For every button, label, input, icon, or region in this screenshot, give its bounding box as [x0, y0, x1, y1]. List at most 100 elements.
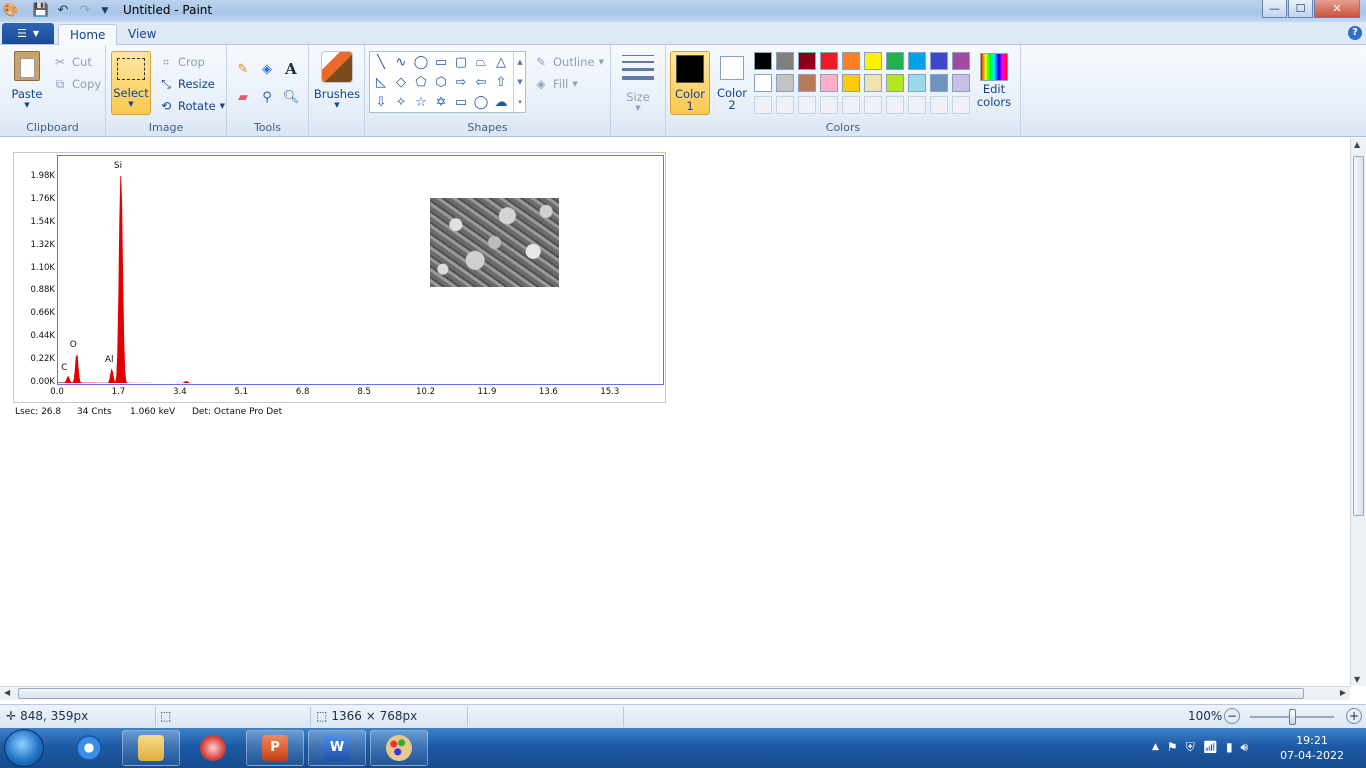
- paste-button[interactable]: Paste ▼: [8, 51, 46, 109]
- zoom-slider[interactable]: [1250, 709, 1334, 725]
- zoom-slider-thumb[interactable]: [1289, 709, 1296, 725]
- color-swatch[interactable]: [886, 74, 904, 92]
- five-point-star-shape-icon[interactable]: ☆: [411, 93, 431, 112]
- custom-color-slot[interactable]: [864, 96, 882, 114]
- color-swatch[interactable]: [908, 74, 926, 92]
- color-swatch[interactable]: [864, 74, 882, 92]
- down-arrow-shape-icon[interactable]: ⇩: [371, 93, 391, 112]
- size-button[interactable]: Size ▼: [617, 51, 659, 112]
- crop-button[interactable]: ⌗ Crop: [158, 54, 205, 70]
- curve-shape-icon[interactable]: ∿: [391, 53, 411, 72]
- fill-bucket-icon[interactable]: ◈: [256, 59, 278, 79]
- undo-icon[interactable]: ↶: [54, 2, 72, 19]
- tab-home[interactable]: Home: [58, 24, 118, 46]
- custom-color-slot[interactable]: [776, 96, 794, 114]
- color-swatch[interactable]: [886, 52, 904, 70]
- vertical-scrollbar[interactable]: ▲ ▼: [1350, 138, 1366, 686]
- paint-app-icon[interactable]: 🎨: [2, 2, 20, 19]
- custom-color-slot[interactable]: [820, 96, 838, 114]
- polygon-shape-icon[interactable]: ⏢: [471, 53, 491, 72]
- custom-color-slot[interactable]: [952, 96, 970, 114]
- four-point-star-shape-icon[interactable]: ✧: [391, 93, 411, 112]
- horizontal-scroll-thumb[interactable]: [18, 688, 1304, 699]
- triangle-shape-icon[interactable]: △: [491, 53, 511, 72]
- color-swatch[interactable]: [754, 74, 772, 92]
- color-swatch[interactable]: [842, 74, 860, 92]
- taskbar-word[interactable]: W: [308, 730, 366, 766]
- rectangle-shape-icon[interactable]: ▭: [431, 53, 451, 72]
- pencil-icon[interactable]: ✎: [232, 59, 254, 79]
- color-swatch[interactable]: [798, 74, 816, 92]
- color1-button[interactable]: Color 1: [670, 51, 710, 115]
- left-arrow-shape-icon[interactable]: ⇦: [471, 73, 491, 92]
- six-point-star-shape-icon[interactable]: ✡: [431, 93, 451, 112]
- paint-menu-button[interactable]: ☰ ▼: [2, 23, 54, 44]
- rounded-rectangle-shape-icon[interactable]: ▢: [451, 53, 471, 72]
- start-button[interactable]: [4, 729, 44, 767]
- taskbar-explorer[interactable]: [122, 730, 180, 766]
- shapes-scroll[interactable]: ▲ ▼ ▾: [513, 52, 526, 112]
- right-arrow-shape-icon[interactable]: ⇨: [451, 73, 471, 92]
- color-swatch[interactable]: [952, 74, 970, 92]
- copy-button[interactable]: ⧉ Copy: [52, 76, 101, 92]
- magnifier-icon[interactable]: 🔍︎: [280, 87, 302, 107]
- scroll-up-icon[interactable]: ▲: [1354, 140, 1360, 149]
- scroll-left-icon[interactable]: ◀: [4, 688, 10, 697]
- security-icon[interactable]: ⛨: [1186, 740, 1195, 755]
- custom-color-slot[interactable]: [886, 96, 904, 114]
- color2-button[interactable]: Color 2: [712, 51, 752, 115]
- taskbar-media[interactable]: [184, 730, 242, 766]
- cut-button[interactable]: ✂ Cut: [52, 54, 92, 70]
- outline-button[interactable]: ✎ Outline ▼: [533, 54, 604, 70]
- zoom-in-icon[interactable]: +: [1346, 708, 1362, 724]
- custom-color-slot[interactable]: [930, 96, 948, 114]
- fill-button[interactable]: ◈ Fill ▼: [533, 76, 577, 92]
- save-icon[interactable]: 💾: [32, 2, 50, 19]
- color-swatch[interactable]: [820, 52, 838, 70]
- custom-color-slot[interactable]: [842, 96, 860, 114]
- right-triangle-shape-icon[interactable]: ◺: [371, 73, 391, 92]
- close-button[interactable]: ✕: [1314, 0, 1360, 18]
- eraser-icon[interactable]: ▰: [232, 87, 254, 107]
- network-icon[interactable]: 📶︎: [1203, 740, 1218, 755]
- color-swatch[interactable]: [776, 74, 794, 92]
- color-picker-icon[interactable]: ⚲: [256, 87, 278, 107]
- color-swatch[interactable]: [842, 52, 860, 70]
- line-shape-icon[interactable]: ╲: [371, 53, 391, 72]
- show-hidden-icons[interactable]: ▲: [1152, 740, 1159, 755]
- resize-button[interactable]: ⤡ Resize: [158, 76, 215, 92]
- taskbar-powerpoint[interactable]: P: [246, 730, 304, 766]
- vertical-scroll-thumb[interactable]: [1353, 156, 1364, 516]
- maximize-button[interactable]: ☐: [1288, 0, 1313, 18]
- action-center-flag-icon[interactable]: ⚑: [1167, 740, 1178, 755]
- minimize-button[interactable]: —: [1262, 0, 1287, 18]
- color-swatch[interactable]: [864, 52, 882, 70]
- edit-colors-button[interactable]: Edit colors: [974, 51, 1014, 109]
- taskbar-ie[interactable]: [60, 730, 118, 766]
- oval-shape-icon[interactable]: ◯: [411, 53, 431, 72]
- up-arrow-shape-icon[interactable]: ⇧: [491, 73, 511, 92]
- brushes-button[interactable]: Brushes ▼: [313, 51, 361, 109]
- cloud-callout-shape-icon[interactable]: ☁: [491, 93, 511, 112]
- custom-color-slot[interactable]: [754, 96, 772, 114]
- text-tool-icon[interactable]: A: [280, 59, 302, 79]
- scroll-right-icon[interactable]: ▶: [1340, 688, 1346, 697]
- redo-icon[interactable]: ↷: [76, 2, 94, 19]
- color-swatch[interactable]: [798, 52, 816, 70]
- volume-icon[interactable]: 🔊︎: [1241, 740, 1249, 755]
- color-swatch[interactable]: [754, 52, 772, 70]
- help-icon[interactable]: ?: [1348, 26, 1362, 40]
- color-swatch[interactable]: [930, 52, 948, 70]
- rounded-callout-shape-icon[interactable]: ▭: [451, 93, 471, 112]
- select-button[interactable]: Select ▼: [111, 51, 151, 115]
- color-swatch[interactable]: [930, 74, 948, 92]
- tab-view[interactable]: View: [117, 24, 167, 46]
- diamond-shape-icon[interactable]: ◇: [391, 73, 411, 92]
- custom-color-slot[interactable]: [798, 96, 816, 114]
- customize-qat-icon[interactable]: ▼: [96, 2, 114, 19]
- hexagon-shape-icon[interactable]: ⬡: [431, 73, 451, 92]
- horizontal-scrollbar[interactable]: ◀ ▶: [0, 686, 1350, 700]
- rotate-button[interactable]: ⟲ Rotate ▼: [158, 98, 225, 114]
- pentagon-shape-icon[interactable]: ⬠: [411, 73, 431, 92]
- power-icon[interactable]: ▮: [1226, 740, 1233, 755]
